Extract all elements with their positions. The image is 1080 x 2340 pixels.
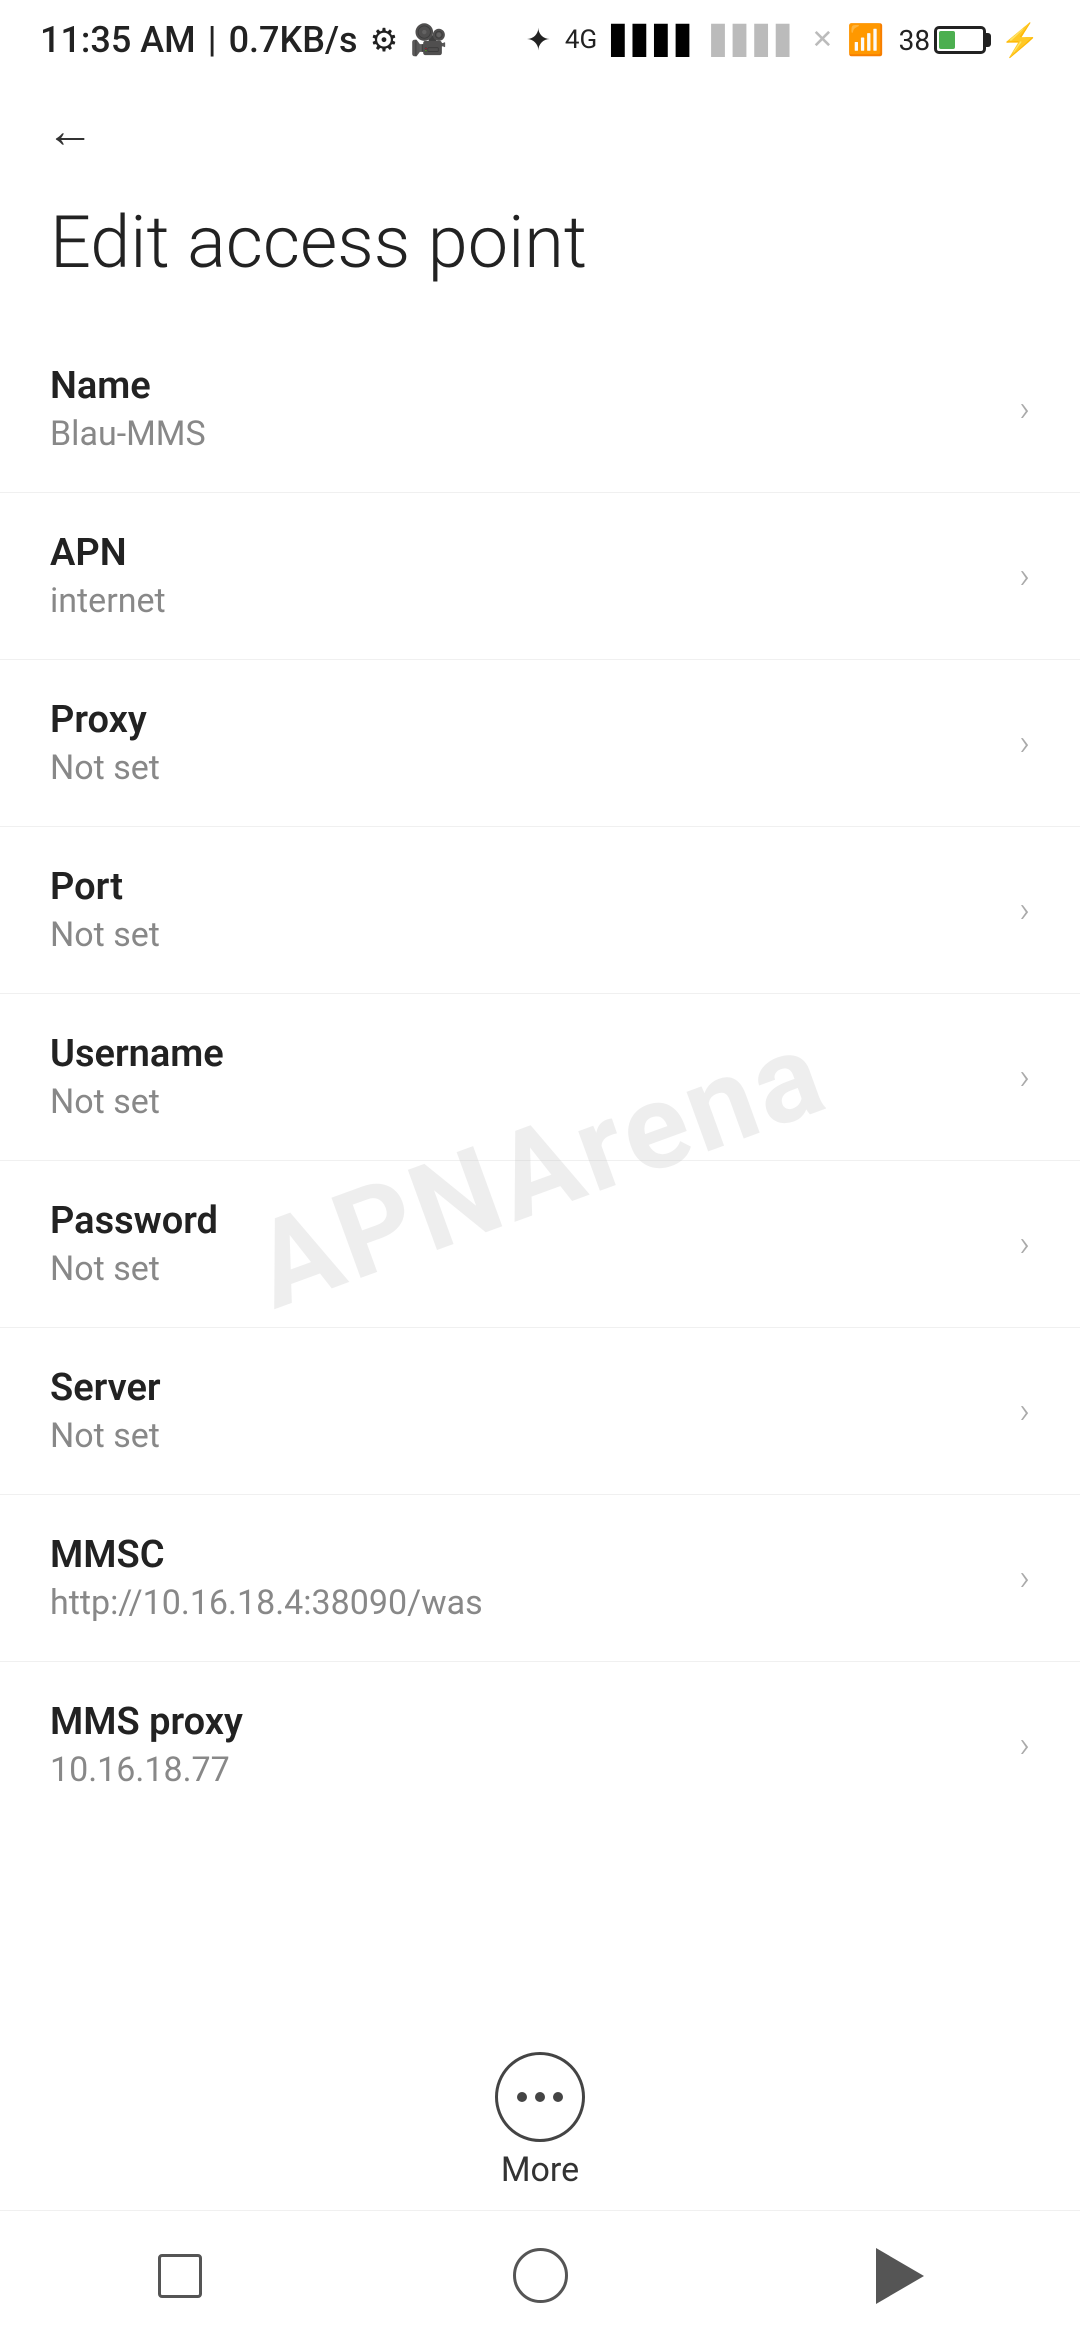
settings-item-password[interactable]: Password Not set › [0, 1161, 1080, 1328]
settings-item-username[interactable]: Username Not set › [0, 994, 1080, 1161]
item-label-mmsc: MMSC [50, 1533, 483, 1577]
status-bar: 11:35 AM | 0.7KB/s ⚙ 🎥 ✦ 4G ▋▋▋▋ ▋▋▋▋ ✕ … [0, 0, 1080, 80]
settings-item-mms-proxy[interactable]: MMS proxy 10.16.18.77 › [0, 1662, 1080, 1828]
item-label-mms-proxy: MMS proxy [50, 1700, 243, 1744]
item-content-mms-proxy: MMS proxy 10.16.18.77 [50, 1700, 243, 1790]
back-button[interactable]: ← [40, 100, 100, 160]
network-speed: 0.7KB/s [229, 19, 358, 61]
battery-indicator: 38 [899, 24, 986, 57]
chevron-right-icon-mmsc: › [1019, 1557, 1030, 1599]
item-value-mms-proxy: 10.16.18.77 [50, 1750, 243, 1790]
battery-box [934, 26, 986, 54]
nav-home-icon [513, 2248, 568, 2303]
item-content-apn: APN internet [50, 531, 166, 621]
item-label-username: Username [50, 1032, 224, 1076]
more-circle [495, 2052, 585, 2142]
more-button[interactable]: More [495, 2052, 585, 2190]
status-time: 11:35 AM [40, 19, 196, 61]
item-label-name: Name [50, 364, 206, 408]
item-label-port: Port [50, 865, 160, 909]
toolbar: ← [0, 80, 1080, 180]
item-value-server: Not set [50, 1416, 161, 1456]
chevron-right-icon-proxy: › [1019, 722, 1030, 764]
settings-item-port[interactable]: Port Not set › [0, 827, 1080, 994]
item-content-proxy: Proxy Not set [50, 698, 160, 788]
chevron-right-icon-apn: › [1019, 555, 1030, 597]
camera-icon: 🎥 [410, 23, 447, 58]
item-content-password: Password Not set [50, 1199, 218, 1289]
dot-1 [517, 2092, 527, 2102]
signal-x-icon: ✕ [812, 25, 834, 55]
charging-icon: ⚡ [1000, 21, 1040, 59]
settings-item-apn[interactable]: APN internet › [0, 493, 1080, 660]
item-label-server: Server [50, 1366, 161, 1410]
page-title: Edit access point [0, 180, 1080, 326]
status-separator: | [208, 19, 217, 61]
signal-4g-icon: 4G [565, 25, 597, 55]
chevron-right-icon-username: › [1019, 1056, 1030, 1098]
item-content-name: Name Blau-MMS [50, 364, 206, 454]
item-label-password: Password [50, 1199, 218, 1243]
chevron-right-icon-server: › [1019, 1390, 1030, 1432]
item-content-server: Server Not set [50, 1366, 161, 1456]
bluetooth-icon: ✦ [526, 23, 551, 58]
more-label: More [501, 2150, 579, 2190]
signal-bars-icon: ▋▋▋▋ [611, 24, 697, 57]
item-value-username: Not set [50, 1082, 224, 1122]
signal-bars2-icon: ▋▋▋▋ [711, 24, 797, 57]
item-value-port: Not set [50, 915, 160, 955]
item-label-apn: APN [50, 531, 166, 575]
battery-fill [939, 31, 955, 49]
settings-item-proxy[interactable]: Proxy Not set › [0, 660, 1080, 827]
settings-list: Name Blau-MMS › APN internet › Proxy Not… [0, 326, 1080, 1828]
settings-item-mmsc[interactable]: MMSC http://10.16.18.4:38090/was › [0, 1495, 1080, 1662]
item-value-apn: internet [50, 581, 166, 621]
settings-item-server[interactable]: Server Not set › [0, 1328, 1080, 1495]
status-right: ✦ 4G ▋▋▋▋ ▋▋▋▋ ✕ 📶 38 ⚡ [526, 21, 1040, 59]
back-arrow-icon: ← [46, 102, 94, 159]
navigation-bar [0, 2210, 1080, 2340]
item-value-name: Blau-MMS [50, 414, 206, 454]
item-value-mmsc: http://10.16.18.4:38090/was [50, 1583, 483, 1623]
chevron-right-icon-name: › [1019, 388, 1030, 430]
item-content-port: Port Not set [50, 865, 160, 955]
chevron-right-icon-port: › [1019, 889, 1030, 931]
item-value-password: Not set [50, 1249, 218, 1289]
item-value-proxy: Not set [50, 748, 160, 788]
more-dots [517, 2092, 563, 2102]
nav-recents-icon [158, 2254, 202, 2298]
item-content-username: Username Not set [50, 1032, 224, 1122]
nav-back-button[interactable] [860, 2236, 940, 2316]
chevron-right-icon-password: › [1019, 1223, 1030, 1265]
nav-home-button[interactable] [500, 2236, 580, 2316]
settings-item-name[interactable]: Name Blau-MMS › [0, 326, 1080, 493]
chevron-right-icon-mms-proxy: › [1019, 1724, 1030, 1766]
nav-back-icon [876, 2248, 924, 2304]
battery-percent: 38 [899, 24, 930, 57]
wifi-icon: 📶 [847, 23, 884, 58]
settings-icon: ⚙ [370, 21, 399, 59]
nav-recents-button[interactable] [140, 2236, 220, 2316]
item-label-proxy: Proxy [50, 698, 160, 742]
status-left: 11:35 AM | 0.7KB/s ⚙ 🎥 [40, 19, 448, 61]
dot-2 [535, 2092, 545, 2102]
item-content-mmsc: MMSC http://10.16.18.4:38090/was [50, 1533, 483, 1623]
dot-3 [553, 2092, 563, 2102]
